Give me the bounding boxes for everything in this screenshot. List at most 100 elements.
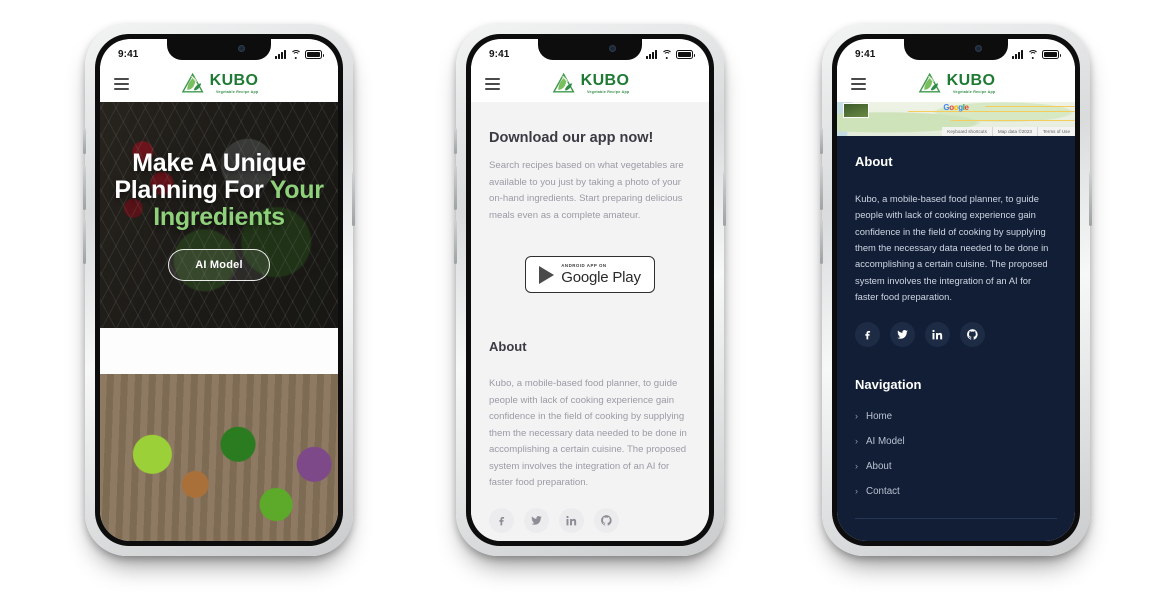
vegetables-photo	[100, 374, 338, 541]
battery-icon	[1042, 50, 1061, 59]
map-terms-of-use[interactable]: Terms of Use	[1036, 127, 1075, 136]
wifi-icon	[661, 50, 672, 59]
phone3-bezel: 9:41 KUBO Vegetable Recipe App Google Ke…	[832, 34, 1080, 546]
google-play-large-label: Google Play	[561, 269, 641, 287]
navigation-section: Navigation › Home › AI Model › About › C…	[837, 347, 1075, 519]
phone1-bezel: 9:41 KUBO Vegetable Recipe App Make A Un…	[95, 34, 343, 546]
nav-item-contact[interactable]: › Contact	[855, 479, 1057, 504]
phone2-body: Download our app now! Search recipes bas…	[471, 102, 709, 541]
phone2-bezel: 9:41 KUBO Vegetable Recipe App Download …	[466, 34, 714, 546]
phone2-power-button[interactable]	[723, 172, 726, 226]
facebook-icon[interactable]	[855, 321, 880, 347]
google-play-small-label: ANDROID APP ON	[561, 263, 607, 268]
google-map[interactable]: Google Keyboard shortcuts Map data ©2023…	[837, 102, 1075, 136]
phone1-power-button[interactable]	[352, 172, 355, 226]
phone3-body: About Kubo, a mobile-based food planner,…	[837, 136, 1075, 541]
twitter-icon[interactable]	[890, 321, 915, 347]
phone2-volume-up-button[interactable]	[454, 166, 457, 210]
phone-mockup-3: 9:41 KUBO Vegetable Recipe App Google Ke…	[820, 24, 1092, 556]
about-body: Kubo, a mobile-based food planner, to gu…	[855, 193, 1049, 303]
phone3-mute-switch[interactable]	[820, 128, 823, 154]
navigation-list: › Home › AI Model › About › Contact	[855, 404, 1057, 504]
github-icon[interactable]	[960, 321, 985, 347]
navigation-heading: Navigation	[855, 376, 922, 392]
google-logo: Google	[943, 103, 969, 112]
cellular-bars-icon	[1012, 50, 1023, 59]
nav-item-label: Home	[866, 410, 893, 422]
kubo-leaf-logo-icon	[552, 72, 575, 93]
map-keyboard-shortcuts[interactable]: Keyboard shortcuts	[942, 127, 992, 136]
hamburger-menu-icon[interactable]	[114, 78, 129, 90]
wifi-icon	[1027, 50, 1038, 59]
linkedin-icon[interactable]	[925, 321, 950, 347]
google-play-triangle-icon	[539, 265, 555, 284]
phone-mockup-stage: 9:41 KUBO Vegetable Recipe App Make A Un…	[0, 0, 1170, 600]
hamburger-menu-icon[interactable]	[485, 78, 500, 90]
status-time: 9:41	[855, 49, 876, 60]
status-indicators	[275, 50, 324, 59]
hamburger-menu-icon[interactable]	[851, 78, 866, 90]
phone3-power-button[interactable]	[1089, 172, 1092, 226]
google-play-badge[interactable]: ANDROID APP ON Google Play	[525, 256, 655, 294]
cellular-bars-icon	[275, 50, 286, 59]
brand-name: KUBO	[209, 72, 259, 90]
hero-section: Make A Unique Planning For Your Ingredie…	[100, 102, 338, 328]
phone3-screen: 9:41 KUBO Vegetable Recipe App Google Ke…	[837, 39, 1075, 541]
nav-item-label: AI Model	[866, 435, 905, 447]
brand-name: KUBO	[580, 72, 630, 90]
google-play-text: ANDROID APP ON Google Play	[561, 263, 641, 287]
brand-tagline: Vegetable Recipe App	[952, 90, 996, 95]
phone2-social-row	[471, 492, 709, 533]
brand-logo[interactable]: KUBO Vegetable Recipe App	[180, 72, 259, 96]
phone3-about-section: About Kubo, a mobile-based food planner,…	[837, 136, 1075, 306]
phone1-volume-up-button[interactable]	[83, 166, 86, 210]
nav-item-home[interactable]: › Home	[855, 404, 1057, 429]
brand-tagline: Vegetable Recipe App	[586, 90, 630, 95]
ai-model-button[interactable]: AI Model	[168, 248, 270, 281]
brand-name: KUBO	[946, 72, 996, 90]
phone3-volume-up-button[interactable]	[820, 166, 823, 210]
download-heading: Download our app now!	[489, 130, 654, 146]
github-icon[interactable]	[594, 507, 619, 533]
phone1-app-header: KUBO Vegetable Recipe App	[100, 66, 338, 102]
front-camera-icon	[609, 45, 616, 52]
phone1-volume-down-button[interactable]	[83, 220, 86, 264]
phone3-app-header: KUBO Vegetable Recipe App	[837, 66, 1075, 102]
chevron-right-icon: ›	[855, 411, 858, 422]
chevron-right-icon: ›	[855, 461, 858, 472]
phone-mockup-1: 9:41 KUBO Vegetable Recipe App Make A Un…	[83, 24, 355, 556]
nav-item-ai-model[interactable]: › AI Model	[855, 429, 1057, 454]
footer-divider	[855, 517, 1057, 519]
phone2-volume-down-button[interactable]	[454, 220, 457, 264]
cellular-bars-icon	[646, 50, 657, 59]
hero-title-accent-your: Your	[269, 175, 324, 204]
nav-item-label: Contact	[866, 485, 900, 497]
phone3-volume-down-button[interactable]	[820, 220, 823, 264]
brand-text: KUBO Vegetable Recipe App	[947, 73, 996, 95]
phone3-notch	[904, 39, 1008, 60]
hero-title: Make A Unique Planning For Your Ingredie…	[114, 149, 324, 231]
twitter-icon[interactable]	[524, 507, 549, 533]
phone2-mute-switch[interactable]	[454, 128, 457, 154]
phone1-screen: 9:41 KUBO Vegetable Recipe App Make A Un…	[100, 39, 338, 541]
status-time: 9:41	[489, 49, 510, 60]
hero-content: Make A Unique Planning For Your Ingredie…	[100, 102, 338, 328]
phone1-mute-switch[interactable]	[83, 128, 86, 154]
phone2-notch	[538, 39, 642, 60]
nav-item-about[interactable]: › About	[855, 454, 1057, 479]
phone2-app-header: KUBO Vegetable Recipe App	[471, 66, 709, 102]
hero-divider-band	[100, 328, 338, 374]
map-street-view-thumbnail[interactable]	[843, 103, 869, 118]
chevron-right-icon: ›	[855, 436, 858, 447]
phone3-social-row	[837, 306, 1075, 347]
brand-tagline: Vegetable Recipe App	[215, 90, 259, 95]
brand-logo[interactable]: KUBO Vegetable Recipe App	[551, 72, 630, 96]
linkedin-icon[interactable]	[559, 507, 584, 533]
front-camera-icon	[238, 45, 245, 52]
status-indicators	[646, 50, 695, 59]
about-body: Kubo, a mobile-based food planner, to gu…	[489, 378, 687, 489]
brand-logo[interactable]: KUBO Vegetable Recipe App	[917, 72, 996, 96]
battery-icon	[676, 50, 695, 59]
brand-text: KUBO Vegetable Recipe App	[581, 73, 630, 95]
facebook-icon[interactable]	[489, 507, 514, 533]
